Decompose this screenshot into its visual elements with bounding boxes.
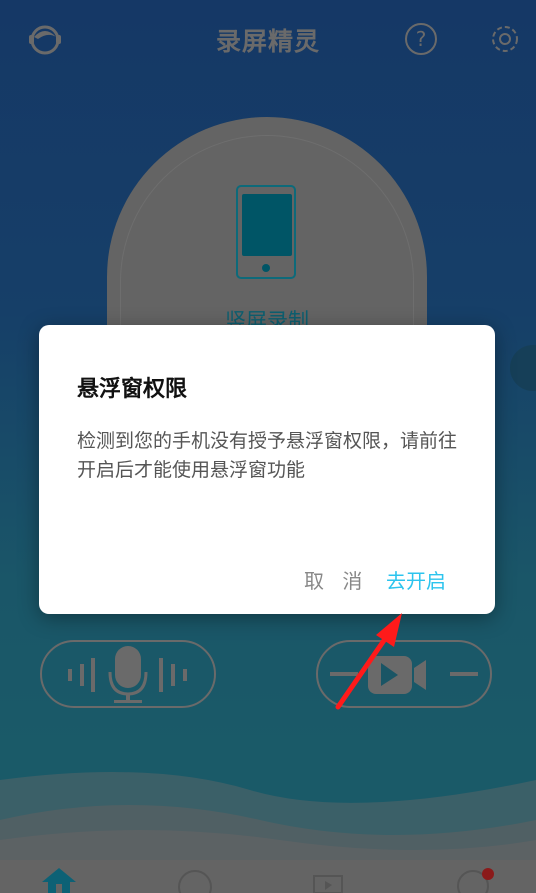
floating-window-permission-dialog: 悬浮窗权限 检测到您的手机没有授予悬浮窗权限，请前往开启后才能使用悬浮窗功能 取… bbox=[39, 325, 495, 614]
microphone-icon bbox=[68, 646, 187, 703]
edit-palette-icon[interactable] bbox=[455, 866, 495, 893]
audio-record-button[interactable] bbox=[40, 640, 216, 708]
dialog-title: 悬浮窗权限 bbox=[77, 377, 188, 402]
dialog-message: 检测到您的手机没有授予悬浮窗权限，请前往开启后才能使用悬浮窗功能 bbox=[77, 430, 458, 481]
settings-icon[interactable] bbox=[488, 22, 522, 56]
cancel-button[interactable]: 取 消 bbox=[304, 565, 368, 594]
phone-portrait-icon bbox=[236, 185, 296, 279]
annotation-arrow-icon bbox=[335, 613, 402, 710]
app-title: 录屏精灵 bbox=[215, 27, 320, 56]
palette-icon[interactable] bbox=[176, 868, 214, 893]
floating-shutter-button[interactable] bbox=[510, 345, 536, 391]
video-tv-icon[interactable] bbox=[312, 868, 352, 893]
svg-text:?: ? bbox=[416, 27, 427, 51]
notification-badge bbox=[482, 868, 494, 880]
home-icon[interactable] bbox=[40, 866, 78, 893]
help-icon[interactable]: ? bbox=[404, 22, 438, 56]
go-enable-button[interactable]: 去开启 bbox=[386, 565, 446, 594]
